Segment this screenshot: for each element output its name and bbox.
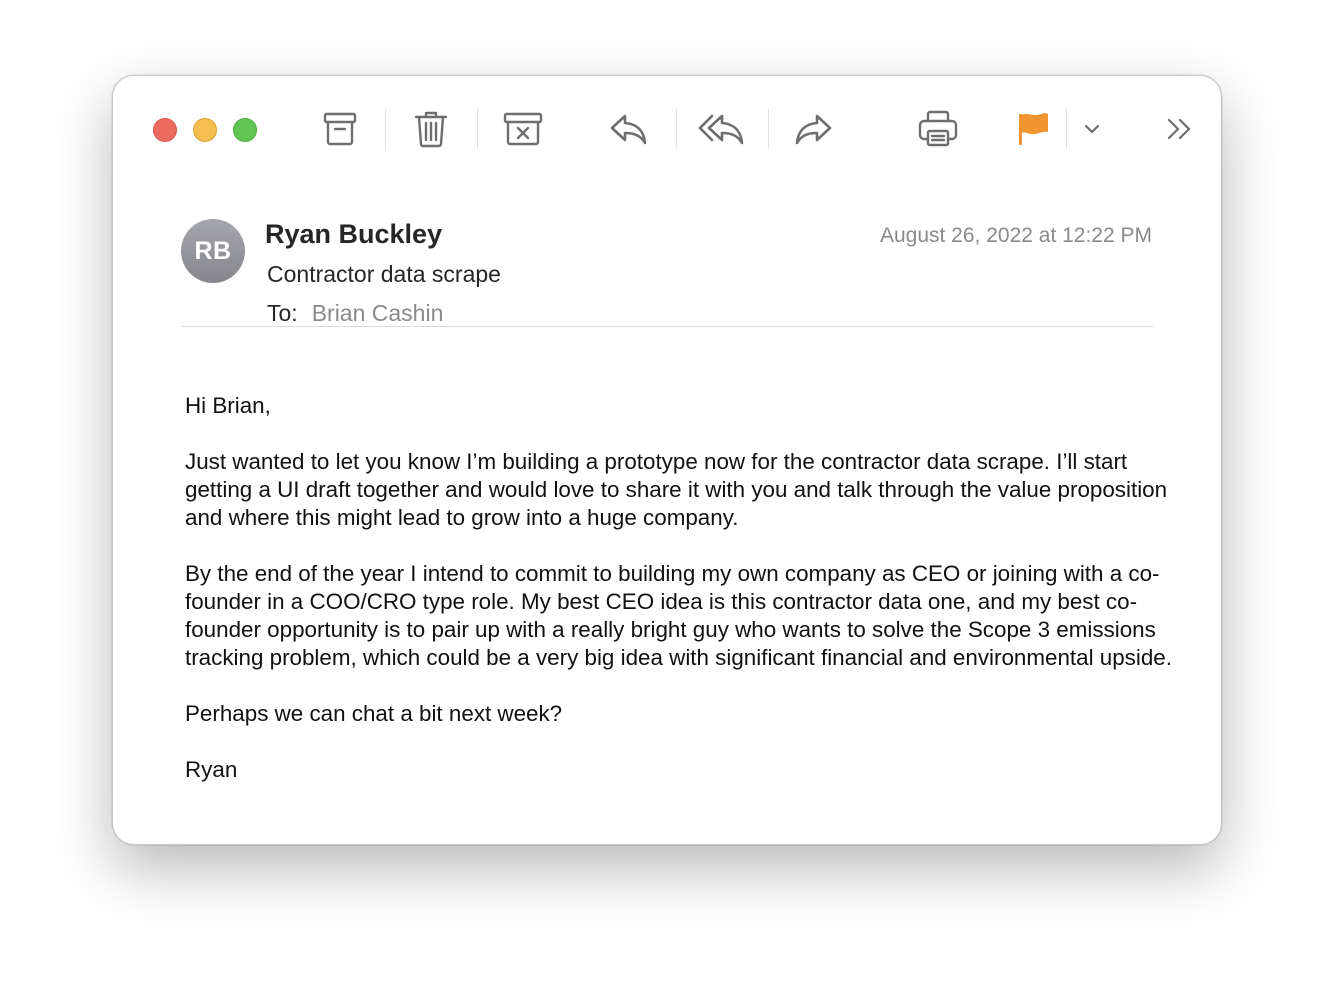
junk-icon <box>503 112 543 146</box>
trash-icon <box>414 111 448 148</box>
chevron-down-icon <box>1084 124 1100 134</box>
message-body: Hi Brian, Just wanted to let you know I’… <box>185 392 1185 812</box>
archive-icon <box>323 112 357 146</box>
sender-name[interactable]: Ryan Buckley <box>265 219 442 250</box>
reply-button[interactable] <box>607 106 649 152</box>
recipient-name[interactable]: Brian Cashin <box>312 300 444 326</box>
more-icon <box>1167 118 1191 140</box>
subject-line: Contractor data scrape <box>267 261 501 287</box>
toolbar <box>113 76 1221 181</box>
body-paragraph: Perhaps we can chat a bit next week? <box>185 701 563 726</box>
reply-all-button[interactable] <box>697 106 745 152</box>
recipient-row: To: Brian Cashin <box>267 300 443 327</box>
to-label: To: <box>267 300 298 326</box>
minimize-window-button[interactable] <box>193 118 217 142</box>
print-button[interactable] <box>917 106 959 152</box>
zoom-window-button[interactable] <box>233 118 257 142</box>
flag-icon <box>1019 113 1048 145</box>
junk-button[interactable] <box>501 106 545 152</box>
flag-menu-button[interactable] <box>1081 106 1103 152</box>
avatar[interactable]: RB <box>181 219 245 283</box>
body-paragraph: Just wanted to let you know I’m building… <box>185 449 1168 530</box>
body-signature: Ryan <box>185 757 238 782</box>
header-divider <box>181 326 1153 327</box>
more-toolbar-button[interactable] <box>1165 106 1195 152</box>
mail-window: RB Ryan Buckley Contractor data scrape T… <box>112 75 1222 845</box>
forward-icon <box>795 114 832 145</box>
reply-all-icon <box>698 114 744 145</box>
reply-icon <box>610 114 647 145</box>
message-date: August 26, 2022 at 12:22 PM <box>879 224 1152 247</box>
flag-button[interactable] <box>1014 106 1052 152</box>
print-icon <box>918 110 958 147</box>
body-paragraph: By the end of the year I intend to commi… <box>185 561 1172 670</box>
body-greeting: Hi Brian, <box>185 393 271 418</box>
trash-button[interactable] <box>411 106 451 152</box>
archive-button[interactable] <box>319 106 361 152</box>
forward-button[interactable] <box>793 106 835 152</box>
close-window-button[interactable] <box>153 118 177 142</box>
